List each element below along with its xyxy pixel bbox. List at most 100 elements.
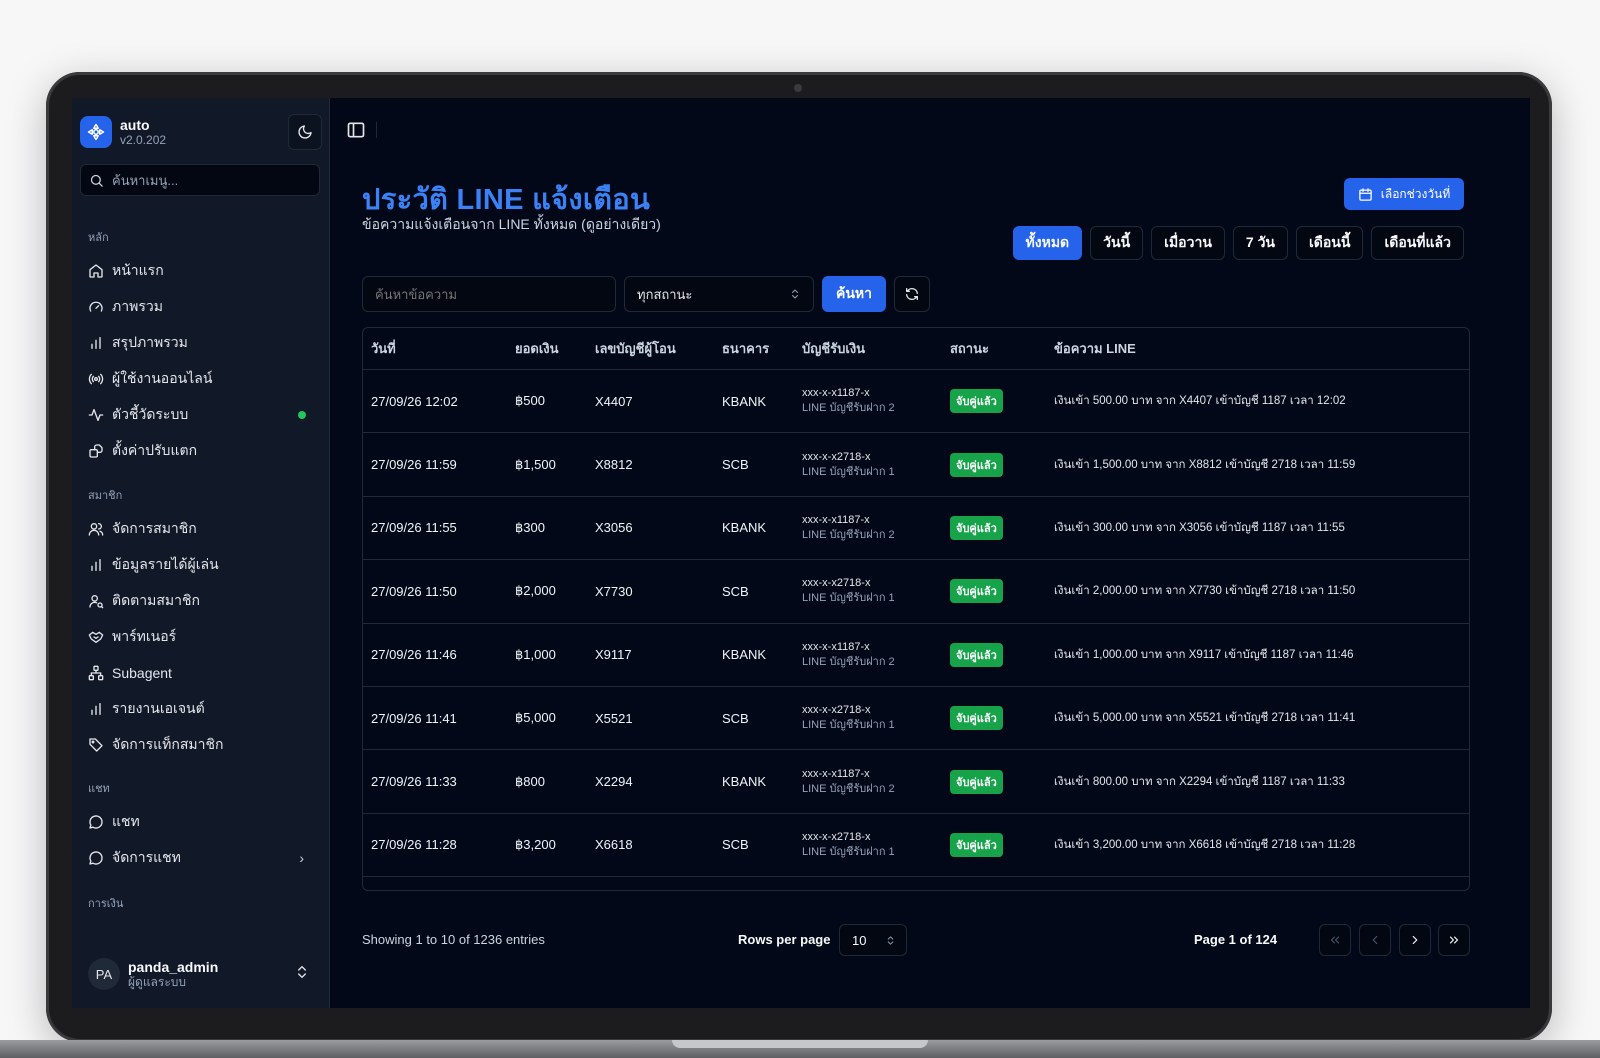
first-page-button[interactable] <box>1319 924 1351 956</box>
cell-account: xxx-x-x1187-x <box>802 767 870 780</box>
cell-message: เงินเข้า 1,000.00 บาท จาก X9117 เข้าบัญช… <box>1054 648 1354 661</box>
filter-7days-button[interactable]: 7 วัน <box>1232 226 1288 260</box>
sidebar-item-manage-members[interactable]: จัดการสมาชิก <box>80 514 322 544</box>
cell-message: เงินเข้า 300.00 บาท จาก X3056 เข้าบัญชี … <box>1054 521 1345 534</box>
radio-icon <box>88 373 104 385</box>
cell-amount: ฿5,000 <box>515 710 556 726</box>
cell-bank: KBANK <box>722 520 767 536</box>
column-header-date[interactable]: วันที่ <box>363 338 515 359</box>
filter-this-month-button[interactable]: เดือนนี้ <box>1296 226 1364 260</box>
cell-amount: ฿2,000 <box>515 583 556 599</box>
sidebar-item-member-tags[interactable]: จัดการแท็กสมาชิก <box>80 730 322 760</box>
cell-amount: ฿300 <box>515 519 545 535</box>
status-badge: จับคู่แล้ว <box>950 579 1003 604</box>
filter-all-button[interactable]: ทั้งหมด <box>1012 226 1083 260</box>
sidebar-item-label: จัดการแท็กสมาชิก <box>112 736 224 752</box>
app-logo-icon <box>80 116 112 148</box>
table-row[interactable]: 27/09/26 11:46 ฿1,000 X9117 KBANK xxx-x-… <box>363 624 1469 687</box>
search-button[interactable]: ค้นหา <box>822 276 886 312</box>
page-subtitle: ข้อความแจ้งเตือนจาก LINE ทั้งหมด (ดูอย่า… <box>362 216 661 232</box>
sidebar-toggle-icon[interactable] <box>346 120 366 140</box>
cell-amount: ฿800 <box>515 773 545 789</box>
sidebar-item-chat[interactable]: แชท <box>80 807 322 837</box>
gauge-icon <box>89 301 103 312</box>
sidebar-item-partner[interactable]: พาร์ทเนอร์ <box>80 622 322 652</box>
column-header-receiving-account[interactable]: บัญชีรับเงิน <box>802 338 950 359</box>
sidebar-item-label: ตั้งค่าปรับแตก <box>112 442 198 458</box>
sidebar-item-settings[interactable]: ตั้งค่าปรับแตก <box>80 436 322 466</box>
table-row[interactable]: 27/09/26 11:55 ฿300 X3056 KBANK xxx-x-x1… <box>363 497 1469 561</box>
sidebar-item-label: ตัวชี้วัดระบบ <box>112 406 189 422</box>
sidebar-item-label: รายงานเอเจนต์ <box>112 700 205 716</box>
sidebar-item-summary[interactable]: สรุปภาพรวม <box>80 328 322 358</box>
last-page-button[interactable] <box>1438 924 1470 956</box>
table-row[interactable]: 27/09/26 11:59 ฿1,500 X8812 SCB xxx-x-x2… <box>363 433 1469 497</box>
status-badge: จับคู่แล้ว <box>950 452 1003 477</box>
cell-amount: ฿500 <box>515 393 545 409</box>
menu-search-input[interactable]: ค้นหาเมนู... <box>80 164 320 196</box>
cell-date: 27/09/26 12:02 <box>371 393 458 409</box>
previous-page-button[interactable] <box>1359 924 1391 956</box>
handshake-icon <box>88 631 104 643</box>
filter-last-month-button[interactable]: เดือนที่แล้ว <box>1371 226 1464 260</box>
section-label-main: หลัก <box>88 232 109 244</box>
sidebar: auto v2.0.202 ค้นหาเมนู... หลัก หน้าแรก … <box>72 98 330 1008</box>
sidebar-item-track-members[interactable]: ติดตามสมาชิก <box>80 586 322 616</box>
status-select[interactable]: ทุกสถานะ <box>624 276 814 312</box>
app-name: auto <box>120 117 150 133</box>
cell-account: xxx-x-x2718-x <box>802 830 871 843</box>
users-icon <box>88 523 104 536</box>
column-header-bank[interactable]: ธนาคาร <box>722 338 802 359</box>
rows-per-page-select[interactable]: 10 <box>839 924 907 956</box>
cell-bank: SCB <box>722 710 749 726</box>
table-row[interactable]: 27/09/26 11:41 ฿5,000 X5521 SCB xxx-x-x2… <box>363 687 1469 751</box>
menu-search-placeholder: ค้นหาเมนู... <box>112 172 179 188</box>
sidebar-item-manage-chat[interactable]: จัดการแชท › <box>80 843 322 873</box>
status-badge: จับคู่แล้ว <box>950 832 1003 857</box>
column-header-message[interactable]: ข้อความ LINE <box>1054 338 1469 359</box>
refresh-button[interactable] <box>894 276 930 312</box>
settings-share-icon <box>89 444 103 458</box>
cell-sender: X5521 <box>595 710 633 726</box>
cell-bank: SCB <box>722 583 749 599</box>
sidebar-item-label: ข้อมูลรายได้ผู้เล่น <box>112 556 219 572</box>
table-row[interactable]: 27/09/26 11:50 ฿2,000 X7730 SCB xxx-x-x2… <box>363 560 1469 624</box>
sidebar-item-label: หน้าแรก <box>112 262 164 278</box>
rows-per-page-value: 10 <box>852 932 867 948</box>
column-header-sender[interactable]: เลขบัญชีผู้โอน <box>595 338 722 359</box>
brand[interactable]: auto v2.0.202 <box>80 112 322 152</box>
entries-summary: Showing 1 to 10 of 1236 entries <box>362 932 545 947</box>
cell-date: 27/09/26 11:46 <box>371 647 457 663</box>
cell-message: เงินเข้า 1,500.00 บาท จาก X8812 เข้าบัญช… <box>1054 458 1356 471</box>
theme-toggle-button[interactable] <box>288 114 322 150</box>
cell-bank: KBANK <box>722 393 767 409</box>
message-search-input[interactable] <box>362 276 616 312</box>
column-header-status[interactable]: สถานะ <box>950 338 1054 359</box>
sidebar-item-overview[interactable]: ภาพรวม <box>80 292 322 322</box>
sidebar-item-home[interactable]: หน้าแรก <box>80 256 322 286</box>
filter-today-button[interactable]: วันนี้ <box>1090 226 1144 260</box>
cell-bank: SCB <box>722 457 749 473</box>
cell-date: 27/09/26 11:33 <box>371 774 457 790</box>
sidebar-item-agent-report[interactable]: รายงานเอเจนต์ <box>80 694 322 724</box>
sidebar-item-label: พาร์ทเนอร์ <box>112 628 177 644</box>
sidebar-item-subagent[interactable]: Subagent <box>80 658 322 688</box>
column-header-amount[interactable]: ยอดเงิน <box>515 338 595 359</box>
page-info: Page 1 of 124 <box>1194 932 1278 947</box>
cell-message: เงินเข้า 5,000.00 บาท จาก X5521 เข้าบัญช… <box>1054 712 1356 725</box>
user-menu[interactable]: PA panda_admin ผู้ดูแลระบบ <box>80 950 322 998</box>
table-row[interactable]: 27/09/26 12:02 ฿500 X4407 KBANK xxx-x-x1… <box>363 370 1469 434</box>
date-range-button[interactable]: เลือกช่วงวันที่ <box>1344 178 1464 210</box>
filter-yesterday-button[interactable]: เมื่อวาน <box>1151 226 1225 260</box>
sidebar-item-system-metrics[interactable]: ตัวชี้วัดระบบ <box>80 400 322 430</box>
cell-bank: SCB <box>722 837 749 853</box>
sidebar-item-online-users[interactable]: ผู้ใช้งานออนไลน์ <box>80 364 322 394</box>
cell-bank: KBANK <box>722 774 767 790</box>
camera-dot <box>794 84 802 92</box>
next-page-button[interactable] <box>1399 924 1431 956</box>
table-row[interactable]: 27/09/26 11:28 ฿3,200 X6618 SCB xxx-x-x2… <box>363 814 1469 878</box>
sidebar-item-player-income[interactable]: ข้อมูลรายได้ผู้เล่น <box>80 550 322 580</box>
table-row[interactable]: 27/09/26 11:33 ฿800 X2294 KBANK xxx-x-x1… <box>363 750 1469 814</box>
status-badge: จับคู่แล้ว <box>950 389 1003 414</box>
main-content: ประวัติ LINE แจ้งเตือน ข้อความแจ้งเตือนจ… <box>330 98 1530 1008</box>
